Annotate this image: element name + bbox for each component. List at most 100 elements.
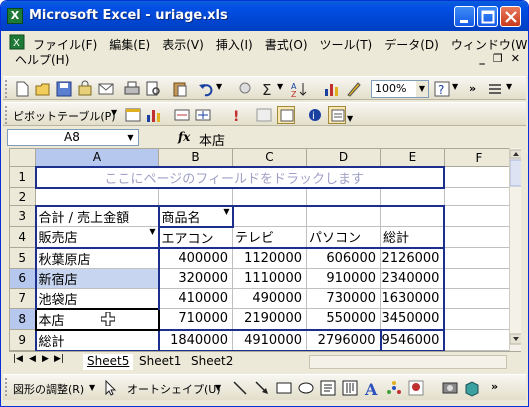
menu-format[interactable]: 書式(O)	[259, 34, 314, 55]
menu-view[interactable]: 表示(V)	[156, 34, 210, 55]
data-cell[interactable]: 606000	[306, 247, 381, 269]
sort-ascending-icon[interactable]: AZ	[290, 80, 308, 98]
cell[interactable]	[306, 204, 381, 227]
total-cell[interactable]: 4910000	[232, 328, 307, 351]
toolbar-grip[interactable]	[5, 80, 8, 98]
draw-menu[interactable]: 図形の調整(R)	[13, 381, 84, 397]
row-item-label[interactable]: 新宿店	[34, 267, 159, 289]
open-folder-icon[interactable]	[34, 80, 52, 98]
data-cell[interactable]: 3450000	[380, 308, 446, 330]
cell[interactable]	[443, 166, 514, 188]
arrow-icon[interactable]	[253, 379, 271, 397]
cell[interactable]	[443, 267, 514, 289]
cell[interactable]	[443, 287, 514, 309]
row-item-label[interactable]: 池袋店	[34, 287, 159, 309]
column-header-a[interactable]: A	[35, 148, 159, 167]
drawing-toggle-icon[interactable]	[345, 80, 363, 98]
field-settings-icon[interactable]: i	[306, 106, 324, 124]
data-cell[interactable]: 550000	[306, 308, 381, 330]
data-cell[interactable]: 1110000	[232, 267, 307, 289]
pivot-options-icon[interactable]: ▼	[347, 114, 353, 123]
align-icon[interactable]	[486, 80, 504, 98]
diagram-icon[interactable]	[385, 379, 403, 397]
zoom-dropdown-icon[interactable]: ▼	[416, 81, 428, 97]
cell-grid[interactable]: A B C D E F 1 ここにページのフィールドをドラックします 2 3 合	[9, 148, 514, 351]
always-display-icon[interactable]	[277, 106, 295, 124]
new-document-icon[interactable]	[13, 80, 31, 98]
column-header-c[interactable]: C	[232, 148, 307, 167]
tab-sheet2[interactable]: Sheet2	[187, 354, 237, 370]
help-dropdown-icon[interactable]: ▼	[452, 82, 458, 91]
prev-sheet-icon[interactable]: ◀	[29, 354, 36, 364]
email-icon[interactable]	[97, 80, 115, 98]
row-header-6[interactable]: 6	[9, 267, 36, 289]
excel-app-icon[interactable]: X	[7, 8, 23, 24]
column-header-f[interactable]: F	[443, 148, 514, 167]
data-cell[interactable]: 730000	[306, 287, 381, 309]
name-box[interactable]: A8 ▼	[7, 129, 139, 146]
textbox-icon[interactable]	[319, 379, 337, 397]
save-icon[interactable]	[55, 80, 73, 98]
column-field-dropdown-icon[interactable]: ▼	[223, 208, 230, 216]
total-cell[interactable]: 9546000	[379, 328, 446, 351]
name-box-dropdown-icon[interactable]: ▼	[123, 130, 138, 145]
menu-insert[interactable]: 挿入(I)	[210, 34, 259, 55]
cell[interactable]	[443, 187, 514, 206]
row-header-5[interactable]: 5	[9, 247, 36, 269]
undo-icon[interactable]	[197, 80, 215, 98]
undo-dropdown-icon[interactable]: ▼	[216, 82, 222, 91]
3d-style-icon[interactable]	[463, 379, 481, 397]
doc-close-button[interactable]: ✕	[511, 52, 520, 65]
align-dropdown-icon[interactable]: ▼	[506, 82, 512, 91]
draw-dropdown-icon[interactable]: ▼	[89, 383, 95, 392]
menu-data[interactable]: データ(D)	[378, 34, 445, 55]
doc-restore-button[interactable]: ❐	[493, 52, 503, 65]
column-header-d[interactable]: D	[306, 148, 381, 167]
research-icon[interactable]	[237, 80, 255, 98]
refresh-error-icon[interactable]: !	[227, 106, 245, 124]
permission-icon[interactable]	[76, 80, 94, 98]
format-report-icon[interactable]	[124, 106, 142, 124]
data-cell[interactable]: 2190000	[232, 308, 307, 330]
autosum-dropdown-icon[interactable]: ▼	[277, 82, 283, 91]
row-item-label[interactable]: 秋葉原店	[34, 247, 159, 269]
data-cell[interactable]: 2126000	[380, 247, 446, 269]
data-cell[interactable]: 1120000	[232, 247, 307, 269]
doc-minimize-button[interactable]: _	[479, 52, 485, 65]
last-sheet-icon[interactable]: ▶|	[54, 354, 64, 364]
drawing-options-icon[interactable]: »	[491, 380, 498, 393]
data-cell[interactable]: 400000	[157, 247, 233, 269]
cell[interactable]	[232, 187, 307, 206]
autosum-icon[interactable]: Σ	[259, 80, 277, 98]
cell[interactable]	[35, 187, 159, 206]
cell[interactable]	[158, 187, 233, 206]
cell[interactable]	[380, 204, 446, 227]
column-item-header[interactable]: テレビ	[232, 226, 307, 249]
row-header-4[interactable]: 4	[9, 226, 36, 248]
column-item-header[interactable]: パソコン	[306, 226, 381, 249]
data-cell[interactable]: 490000	[232, 287, 307, 309]
cell[interactable]	[443, 308, 514, 330]
include-hidden-icon[interactable]	[255, 106, 273, 124]
insert-function-icon[interactable]: fx	[178, 130, 190, 144]
vertical-scrollbar[interactable]	[509, 148, 521, 351]
pivot-table-menu[interactable]: ピボットテーブル(P)	[13, 108, 116, 124]
grand-total-label[interactable]: 総計	[34, 328, 159, 351]
cell[interactable]	[443, 205, 514, 227]
cell[interactable]	[306, 187, 381, 206]
data-cell[interactable]: 910000	[306, 267, 381, 289]
data-cell[interactable]: 320000	[157, 267, 233, 289]
cell[interactable]	[380, 187, 445, 206]
print-preview-icon[interactable]	[144, 80, 162, 98]
vertical-textbox-icon[interactable]	[341, 379, 359, 397]
cell[interactable]	[443, 247, 514, 269]
close-button[interactable]	[500, 6, 521, 27]
row-header-2[interactable]: 2	[9, 187, 36, 206]
horizontal-scrollbar[interactable]	[309, 355, 507, 369]
select-objects-icon[interactable]	[101, 379, 119, 397]
active-cell[interactable]: 本店	[34, 307, 160, 331]
toolbar-grip[interactable]	[5, 378, 8, 396]
column-item-header[interactable]: エアコン	[157, 226, 233, 249]
column-header-e[interactable]: E	[380, 148, 445, 167]
help-icon[interactable]: ?	[433, 80, 451, 98]
